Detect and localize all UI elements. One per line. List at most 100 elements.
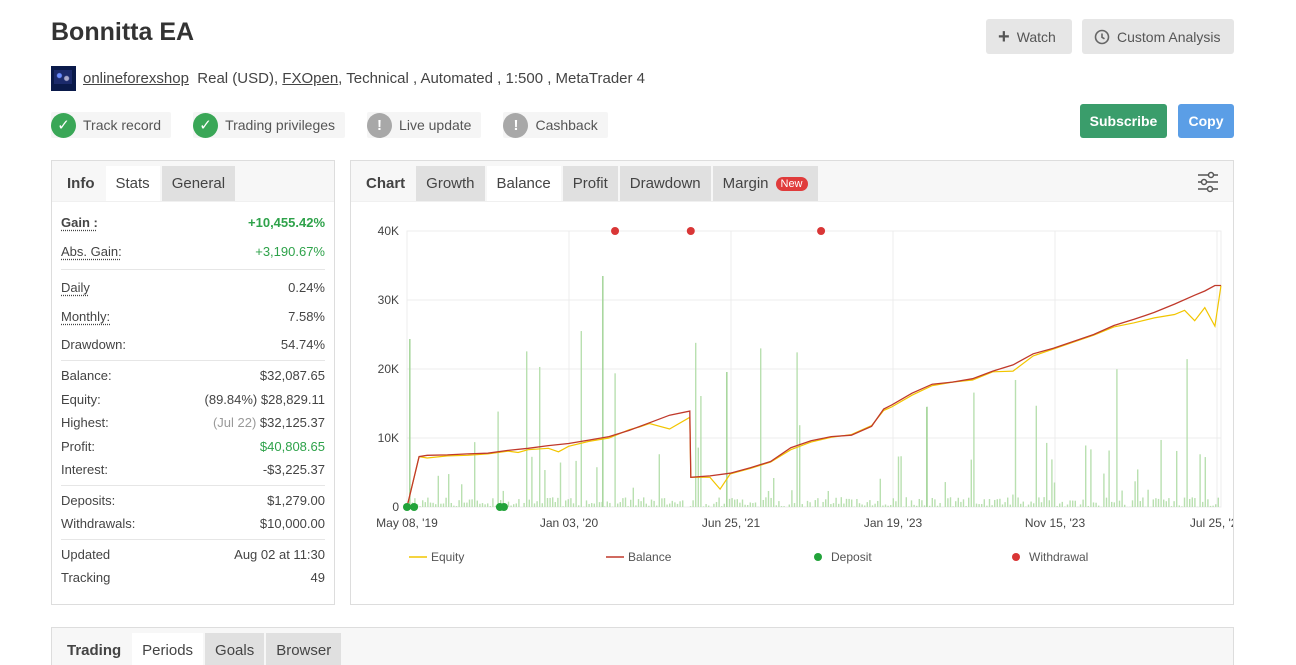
equity-series-line [406, 285, 1222, 508]
account-meta: onlineforexshop Real (USD), FXOpen , Tec… [51, 66, 645, 91]
volume-bar [1082, 499, 1084, 507]
volume-bar [916, 505, 918, 507]
stat-label[interactable]: Abs. Gain: [61, 244, 122, 259]
volume-bar [1074, 500, 1076, 507]
volume-bar [869, 500, 871, 507]
volume-bar [791, 490, 793, 507]
volume-bar [741, 499, 744, 507]
volume-bar [1066, 504, 1069, 507]
stat-gain: Gain : +10,455.42% [61, 208, 325, 236]
volume-bar [996, 499, 998, 507]
volume-bar [624, 497, 627, 507]
volume-bar [507, 501, 510, 507]
tab-balance[interactable]: Balance [486, 166, 561, 201]
volume-bar [845, 498, 848, 507]
chart-panel: Chart Growth Balance Profit Drawdown Mar… [350, 160, 1234, 605]
stat-label: Interest: [61, 462, 108, 478]
volume-bar [884, 504, 887, 507]
chart-legend: Equity Balance Deposit Withdrawal [409, 550, 1088, 564]
volume-bar [585, 500, 588, 507]
tab-growth[interactable]: Growth [416, 166, 485, 201]
stat-interest: Interest: -$3,225.37 [61, 458, 325, 482]
volume-bar [1007, 497, 1009, 507]
volume-bar [645, 503, 647, 507]
tab-profit[interactable]: Profit [562, 166, 618, 201]
volume-bar [1116, 369, 1118, 507]
volume-bar [908, 506, 910, 507]
volume-bar [913, 504, 915, 507]
badge-track-record[interactable]: ✓ Track record [51, 112, 172, 138]
volume-bar [602, 276, 604, 507]
avatar[interactable] [51, 66, 76, 91]
copy-button[interactable]: Copy [1178, 104, 1234, 138]
stat-profit: Profit: $40,808.65 [61, 435, 325, 459]
volume-bar [614, 373, 616, 507]
volume-bar [806, 500, 809, 507]
stat-label: Tracking [61, 570, 111, 586]
volume-bar [1152, 499, 1154, 507]
custom-analysis-button[interactable]: Custom Analysis [1082, 19, 1234, 54]
legend-label: Equity [431, 550, 464, 564]
volume-bar [1209, 505, 1212, 507]
x-tick-label: Jul 25, '24 [1190, 516, 1233, 530]
stat-label: Updated [61, 546, 111, 562]
exclamation-icon: ! [503, 112, 529, 138]
volume-bar [1181, 506, 1183, 507]
stat-label[interactable]: Daily [61, 280, 90, 295]
volume-bar [1048, 500, 1050, 507]
tab-general[interactable]: General [161, 166, 236, 201]
volume-bar [437, 475, 439, 507]
volume-bar [793, 503, 796, 507]
volume-bar [973, 392, 975, 507]
volume-bar [591, 503, 593, 507]
plus-icon: + [998, 25, 1010, 48]
tab-periods[interactable]: Periods [132, 633, 204, 665]
tab-browser[interactable]: Browser [266, 633, 342, 665]
volume-bar [1178, 505, 1180, 507]
volume-bar [1157, 498, 1160, 507]
volume-bar [1113, 502, 1115, 507]
volume-bar [409, 339, 411, 507]
owner-link[interactable]: onlineforexshop [83, 70, 189, 87]
tab-drawdown[interactable]: Drawdown [619, 166, 711, 201]
volume-bar [1033, 503, 1035, 507]
volume-bar [455, 506, 458, 507]
volume-bar [1121, 490, 1123, 507]
volume-bar [879, 478, 881, 507]
badge-trading-privileges[interactable]: ✓ Trading privileges [193, 112, 346, 138]
tab-margin[interactable]: Margin New [712, 166, 818, 201]
tab-chart-heading: Chart [366, 175, 406, 192]
volume-bar [1207, 499, 1209, 507]
volume-bar [539, 366, 541, 507]
volume-bar [666, 504, 668, 507]
stat-equity: Equity: (89.84%) $28,829.11 [61, 388, 325, 412]
volume-bar [598, 502, 601, 507]
volume-bar [429, 502, 432, 507]
watch-button[interactable]: + Watch [986, 19, 1072, 54]
volume-bar [702, 506, 705, 507]
broker-link[interactable]: FXOpen [282, 70, 338, 87]
volume-bar [445, 497, 447, 507]
volume-bar [1163, 499, 1165, 507]
volume-bar [604, 506, 606, 507]
volume-bar [549, 497, 551, 507]
subscribe-button[interactable]: Subscribe [1080, 104, 1167, 138]
stat-label[interactable]: Monthly: [61, 309, 110, 324]
volume-bar [926, 407, 928, 507]
tab-goals[interactable]: Goals [205, 633, 265, 665]
exclamation-icon: ! [367, 112, 393, 138]
stat-value: 54.74% [280, 336, 325, 352]
volume-bar [648, 505, 650, 507]
chart-settings-icon[interactable] [1196, 170, 1220, 194]
stat-balance: Balance: $32,087.65 [61, 364, 325, 388]
volume-bar [994, 499, 996, 507]
badge-live-update[interactable]: ! Live update [367, 112, 482, 138]
stat-label[interactable]: Gain : [61, 215, 98, 230]
volume-bar [788, 504, 790, 507]
balance-series-line [406, 284, 1221, 508]
badge-cashback[interactable]: ! Cashback [503, 112, 608, 138]
volume-bar [726, 372, 728, 507]
volume-bar [609, 502, 611, 507]
tab-stats[interactable]: Stats [105, 166, 160, 201]
stat-value: (Jul 22) $32,125.37 [213, 415, 325, 430]
